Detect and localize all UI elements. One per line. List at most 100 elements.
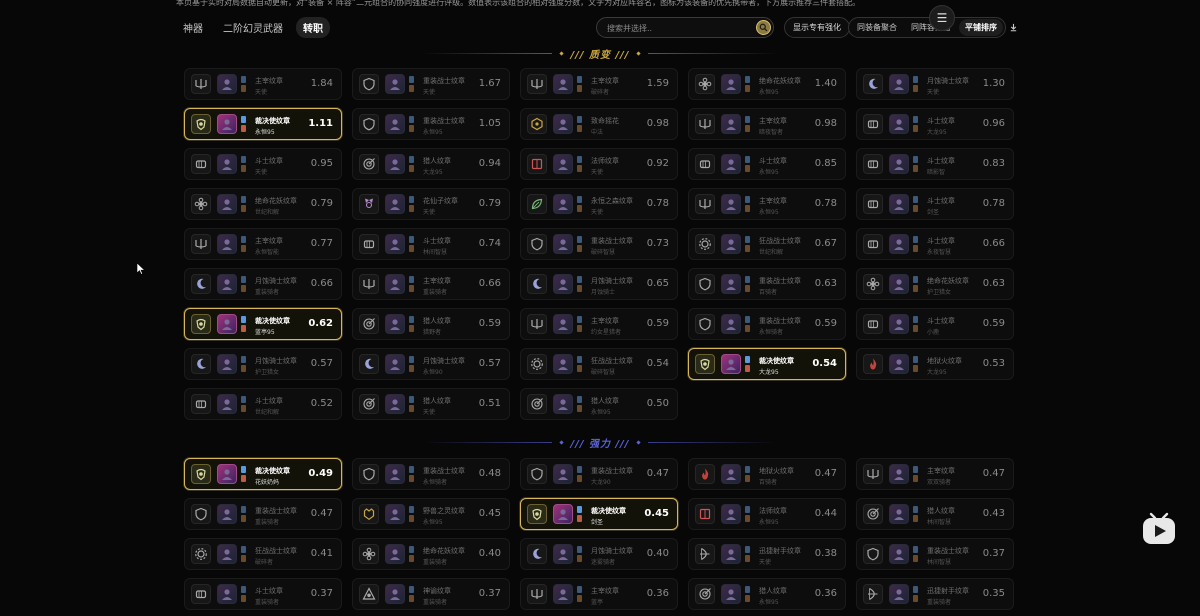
- combo-card[interactable]: 猎人纹章 大龙95 0.94: [352, 148, 510, 180]
- item-slot-icon: [241, 285, 246, 292]
- tab-radiant-weapon[interactable]: 二阶幻灵武器: [216, 17, 290, 38]
- combo-card[interactable]: 月蚀骑士纹章 天使 1.30: [856, 68, 1014, 100]
- combo-card[interactable]: 法师纹章 永恒95 0.44: [688, 498, 846, 530]
- beast-icon: [359, 504, 379, 524]
- combo-card[interactable]: 裁决使纹章 大龙95 0.54: [688, 348, 846, 380]
- combo-card[interactable]: 重装战士纹章 百骑者 0.63: [688, 268, 846, 300]
- combo-card[interactable]: 重装战士纹章 永恒95 1.05: [352, 108, 510, 140]
- combo-card[interactable]: 主宰纹章 双双骑者 0.47: [856, 458, 1014, 490]
- cursor-icon: [137, 263, 145, 275]
- combo-card[interactable]: 主宰纹章 破碎者 1.59: [520, 68, 678, 100]
- exclusive-augment-toggle[interactable]: 显示专有强化: [784, 17, 850, 38]
- combo-card[interactable]: 致命摇花 中法 0.98: [520, 108, 678, 140]
- combo-card[interactable]: 斗士纹章 暗影智 0.83: [856, 148, 1014, 180]
- combo-card[interactable]: 月蚀骑士纹章 重装骑者 0.66: [184, 268, 342, 300]
- menu-icon[interactable]: ☰: [929, 5, 955, 31]
- combo-card[interactable]: 月蚀骑士纹章 月蚀骑士 0.65: [520, 268, 678, 300]
- strength-score: 0.44: [814, 508, 837, 519]
- combo-card[interactable]: 重装战士纹章 重装骑者 0.47: [184, 498, 342, 530]
- combo-card[interactable]: 裁决使纹章 剑圣 0.45: [520, 498, 678, 530]
- combo-card[interactable]: 裁决使纹章 花妖奶妈 0.49: [184, 458, 342, 490]
- combo-card[interactable]: 猎人纹章 猎野者 0.59: [352, 308, 510, 340]
- combo-card[interactable]: 重装战士纹章 永恒骑者 0.59: [688, 308, 846, 340]
- combo-card[interactable]: 猎人纹章 永恒95 0.50: [520, 388, 678, 420]
- combo-card[interactable]: 主宰纹章 永恒智能 0.77: [184, 228, 342, 260]
- combo-card[interactable]: 野兽之灵纹章 永恒95 0.45: [352, 498, 510, 530]
- emblem-name: 月蚀骑士纹章: [591, 277, 633, 285]
- comp-name: 百骑者: [759, 479, 778, 486]
- combo-card[interactable]: 重装战士纹章 破碎智慧 0.73: [520, 228, 678, 260]
- combo-card[interactable]: 斗士纹章 林间智慧 0.74: [352, 228, 510, 260]
- combo-card[interactable]: 绝命花妖纹章 重装骑者 0.40: [352, 538, 510, 570]
- combo-card[interactable]: 斗士纹章 天使 0.95: [184, 148, 342, 180]
- combo-card[interactable]: 猎人纹章 天使 0.51: [352, 388, 510, 420]
- combo-card[interactable]: 斗士纹章 大龙95 0.96: [856, 108, 1014, 140]
- combo-card[interactable]: 重装战士纹章 天使 1.67: [352, 68, 510, 100]
- combo-card[interactable]: 重装战士纹章 林间智慧 0.37: [856, 538, 1014, 570]
- combo-card[interactable]: 迅捷射手纹章 天使 0.38: [688, 538, 846, 570]
- combo-card[interactable]: 月蚀骑士纹章 迷雾骑者 0.40: [520, 538, 678, 570]
- emblem-name: 斗士纹章: [927, 317, 955, 325]
- item-slot-icon: [409, 475, 414, 482]
- combo-card[interactable]: 法师纹章 天使 0.92: [520, 148, 678, 180]
- sort-by-item[interactable]: 同装备聚合: [851, 19, 903, 36]
- combo-card[interactable]: 主宰纹章 重装骑者 0.66: [352, 268, 510, 300]
- combo-card[interactable]: 斗士纹章 永恒95 0.85: [688, 148, 846, 180]
- strength-score: 0.38: [814, 548, 837, 559]
- item-slot-icon: [577, 586, 582, 593]
- combo-card[interactable]: 狂战战士纹章 破碎智慧 0.54: [520, 348, 678, 380]
- comp-name: 剑圣: [591, 519, 604, 526]
- combo-card[interactable]: 绝命花妖纹章 永恒95 1.40: [688, 68, 846, 100]
- combo-card[interactable]: 花仙子纹章 天使 0.79: [352, 188, 510, 220]
- combo-card[interactable]: 狂战战士纹章 世纪和解 0.67: [688, 228, 846, 260]
- combo-card[interactable]: 绝命花妖纹章 世纪和解 0.79: [184, 188, 342, 220]
- combo-card[interactable]: 地狱火纹章 大龙95 0.53: [856, 348, 1014, 380]
- combo-card[interactable]: 猎人纹章 永恒95 0.36: [688, 578, 846, 610]
- item-slot-icon: [913, 595, 918, 602]
- combo-card[interactable]: 狂战战士纹章 破碎者 0.41: [184, 538, 342, 570]
- emblem-name: 重装战士纹章: [591, 237, 633, 245]
- combo-card[interactable]: 斗士纹章 剑圣 0.78: [856, 188, 1014, 220]
- combo-card[interactable]: 猎人纹章 林间智慧 0.43: [856, 498, 1014, 530]
- search-icon[interactable]: [756, 20, 771, 35]
- sort-flat[interactable]: 平铺排序: [959, 19, 1003, 36]
- download-icon[interactable]: [1006, 20, 1020, 34]
- comp-name: 林间智慧: [927, 559, 952, 566]
- combo-card[interactable]: 斗士纹章 永夜智慧 0.66: [856, 228, 1014, 260]
- tab-emblem[interactable]: 转职: [296, 17, 330, 38]
- strength-score: 0.49: [308, 468, 333, 479]
- combo-card[interactable]: 重装战士纹章 永恒骑者 0.48: [352, 458, 510, 490]
- combo-card[interactable]: 月蚀骑士纹章 永恒90 0.57: [352, 348, 510, 380]
- champion-portrait: [217, 584, 237, 604]
- combo-card[interactable]: 主宰纹章 暗夜智者 0.98: [688, 108, 846, 140]
- item-slot-icon: [409, 116, 414, 123]
- emblem-name: 狂战战士纹章: [255, 547, 297, 555]
- item-slot-icon: [577, 156, 582, 163]
- strength-score: 0.47: [814, 468, 837, 479]
- combo-card[interactable]: 斗士纹章 重装骑者 0.37: [184, 578, 342, 610]
- combo-card[interactable]: 裁决使纹章 永恒95 1.11: [184, 108, 342, 140]
- combo-card[interactable]: 重装战士纹章 大龙90 0.47: [520, 458, 678, 490]
- strength-score: 1.30: [982, 78, 1005, 89]
- combo-card[interactable]: 地狱火纹章 百骑者 0.47: [688, 458, 846, 490]
- combo-card[interactable]: 裁决使纹章 蓝亭95 0.62: [184, 308, 342, 340]
- combo-card[interactable]: 斗士纹章 世纪和解 0.52: [184, 388, 342, 420]
- emblem-name: 裁决使纹章: [255, 317, 290, 325]
- item-slot-icon: [745, 546, 750, 553]
- search-input[interactable]: [607, 22, 747, 34]
- champion-portrait: [385, 464, 405, 484]
- combo-card[interactable]: 主宰纹章 蓝亭 0.36: [520, 578, 678, 610]
- emblem-name: 花仙子纹章: [423, 197, 458, 205]
- combo-card[interactable]: 永恒之森纹章 天使 0.78: [520, 188, 678, 220]
- combo-card[interactable]: 主宰纹章 约女星猎者 0.59: [520, 308, 678, 340]
- combo-card[interactable]: 主宰纹章 永恒95 0.78: [688, 188, 846, 220]
- combo-card[interactable]: 主宰纹章 天使 1.84: [184, 68, 342, 100]
- combo-card[interactable]: 迅捷射手纹章 重装骑者 0.35: [856, 578, 1014, 610]
- tab-artifact[interactable]: 神器: [176, 17, 210, 38]
- combo-card[interactable]: 绝命花妖纹章 护卫猎女 0.63: [856, 268, 1014, 300]
- combo-card[interactable]: 斗士纹章 小鹿 0.59: [856, 308, 1014, 340]
- combo-card[interactable]: 月蚀骑士纹章 护卫猎女 0.57: [184, 348, 342, 380]
- bow-icon: [863, 584, 883, 604]
- combo-card[interactable]: 神谕纹章 重装骑者 0.37: [352, 578, 510, 610]
- comp-name: 天使: [759, 559, 772, 566]
